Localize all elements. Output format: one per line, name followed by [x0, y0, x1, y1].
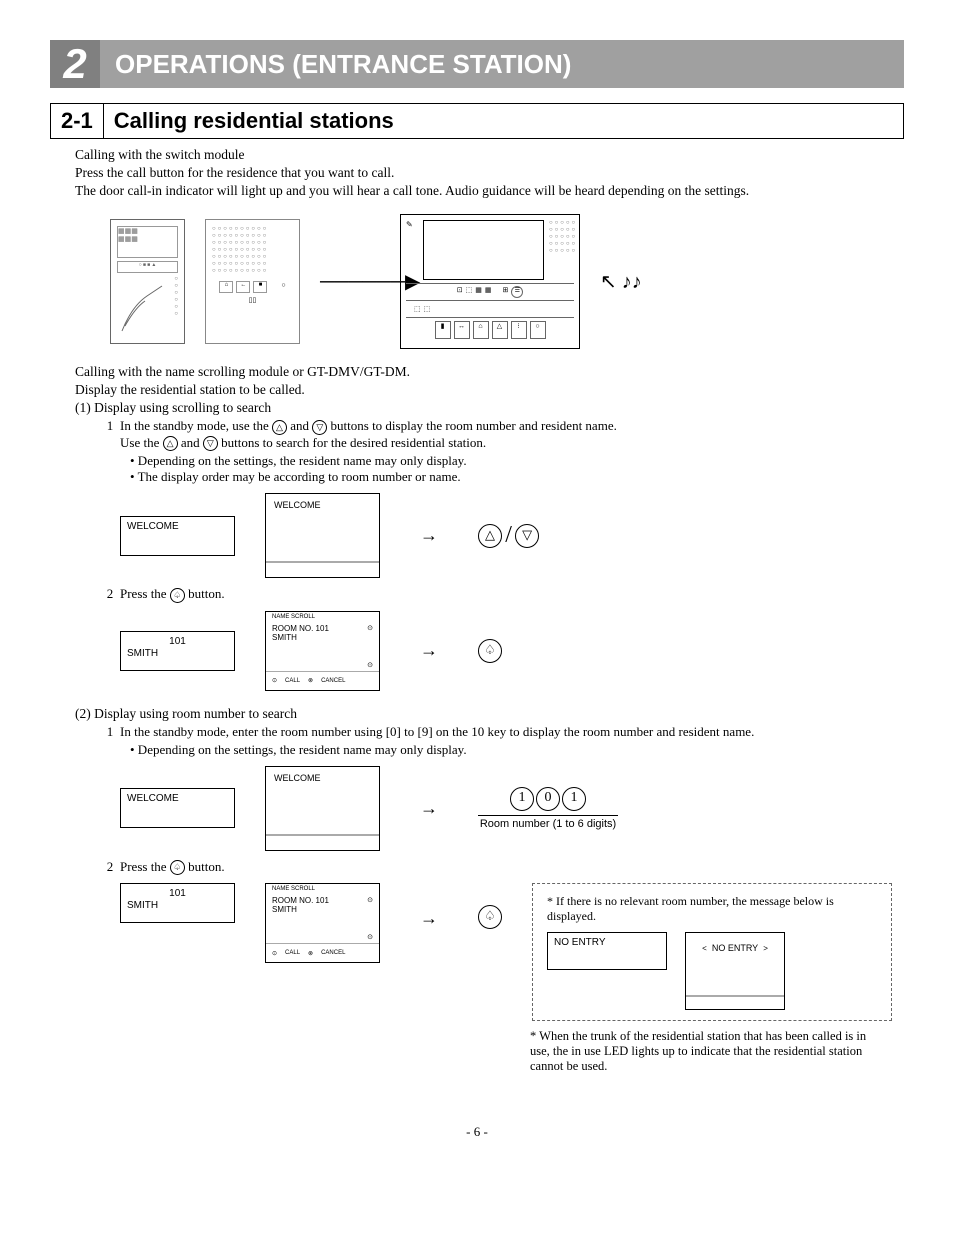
down-icon: ⊙ [367, 661, 373, 669]
display-row-welcome: WELCOME WELCOME → △ / ▽ [120, 493, 904, 578]
monitor-station-illustration: ✎ ○○○○○○○○○○○○○○○○○○○○○○○○○ ⊡⬚▦▦⊞☰ ⬚⬚ ▮ … [400, 214, 580, 349]
section-number: 2-1 [51, 104, 104, 138]
arrow-icon: → [410, 798, 448, 819]
digit-1: 1 [510, 787, 534, 811]
bullet: • Depending on the settings, the residen… [130, 453, 904, 469]
step-1: 1 In the standby mode, use the △ and ▽ b… [100, 418, 904, 451]
paragraph: (2) Display using room number to search [75, 706, 904, 722]
up-button-icon: △ [478, 524, 502, 548]
bullet: • Depending on the settings, the residen… [130, 742, 904, 758]
bullet: • The display order may be according to … [130, 469, 904, 485]
up-icon: △ [163, 436, 178, 451]
arrow-icon: ──────▶ [320, 269, 380, 294]
paragraph: Calling with the switch module [75, 147, 904, 163]
display-row-welcome-2: WELCOME WELCOME → 1 0 1 Room number (1 t… [120, 766, 904, 851]
room-number-digits: 1 0 1 Room number (1 to 6 digits) [478, 787, 618, 830]
keypad-illustration: ○○○○○○○○○○○○○○○○○○○○○○○○○○○○○○○○○○○○○○○○… [205, 219, 300, 344]
paragraph: The door call-in indicator will light up… [75, 183, 904, 199]
paragraph: (1) Display using scrolling to search [75, 400, 904, 416]
section-header: 2-1 Calling residential stations [50, 103, 904, 139]
digit-1: 1 [562, 787, 586, 811]
cancel-icon: ⊗ [308, 950, 313, 957]
chapter-title: OPERATIONS (ENTRANCE STATION) [100, 40, 904, 88]
chapter-number: 2 [50, 40, 100, 88]
display-row-room: 101 SMITH NAME SCROLL ROOM NO. 101SMITH … [120, 611, 904, 691]
chapter-header: 2 OPERATIONS (ENTRANCE STATION) [50, 40, 904, 88]
up-icon: ⊙ [367, 896, 373, 904]
up-icon: △ [272, 420, 287, 435]
down-icon: ▽ [203, 436, 218, 451]
lcd-large-welcome: WELCOME [265, 766, 380, 851]
hand-pressing-icon [117, 276, 177, 336]
up-down-buttons: △ / ▽ [478, 522, 539, 549]
paragraph: Display the residential station to be ca… [75, 382, 904, 398]
sound-icon: ↖ ♪♪ [600, 269, 642, 294]
digit-0: 0 [536, 787, 560, 811]
arrow-icon: → [410, 908, 448, 929]
no-entry-note-box: * If there is no relevant room number, t… [532, 883, 892, 1021]
lcd-small-room: 101 SMITH [120, 883, 235, 923]
lcd-small-room: 101 SMITH [120, 631, 235, 671]
arrow-icon: → [410, 640, 448, 661]
up-icon: ⊙ [367, 624, 373, 632]
bell-icon: ♤ [170, 860, 185, 875]
section-title: Calling residential stations [104, 104, 404, 138]
lcd-large-room: NAME SCROLL ROOM NO. 101SMITH ⊙ ⊙ ⊙CALL … [265, 611, 380, 691]
down-icon: ▽ [312, 420, 327, 435]
page-number: - 6 - [50, 1124, 904, 1140]
cancel-icon: ⊗ [308, 677, 313, 684]
bell-icon: ♤ [170, 588, 185, 603]
down-icon: ⊙ [367, 933, 373, 941]
down-button-icon: ▽ [515, 524, 539, 548]
lcd-small-welcome: WELCOME [120, 788, 235, 828]
step-2b: 2 Press the ♤ button. [100, 859, 904, 876]
arrow-icon: → [410, 525, 448, 546]
lcd-large-room: NAME SCROLL ROOM NO. 101SMITH ⊙ ⊙ ⊙CALL … [265, 883, 380, 963]
paragraph: Press the call button for the residence … [75, 165, 904, 181]
paragraph: Calling with the name scrolling module o… [75, 364, 904, 380]
trunk-in-use-note: * When the trunk of the residential stat… [530, 1029, 880, 1074]
lcd-no-entry-small: NO ENTRY [547, 932, 667, 970]
bell-button-icon: ♤ [478, 639, 502, 663]
display-row-room-2: 101 SMITH NAME SCROLL ROOM NO. 101SMITH … [120, 883, 904, 1021]
step-1b: 1 In the standby mode, enter the room nu… [100, 724, 904, 740]
illustration-row-1: ▦▦▦▦▦▦ ○ ■ ■ ▲ ○○○○○○ ○○○○○○○○○○○○○○○○○○… [110, 214, 904, 349]
bell-button-icon: ♤ [478, 905, 502, 929]
lcd-small-welcome: WELCOME [120, 516, 235, 556]
bell-icon: ⊙ [272, 677, 277, 684]
entrance-panel-illustration: ▦▦▦▦▦▦ ○ ■ ■ ▲ ○○○○○○ [110, 219, 185, 344]
lcd-no-entry-large: < NO ENTRY > [685, 932, 785, 1010]
lcd-large-welcome: WELCOME [265, 493, 380, 578]
step-2: 2 Press the ♤ button. [100, 586, 904, 603]
bell-icon: ⊙ [272, 950, 277, 957]
